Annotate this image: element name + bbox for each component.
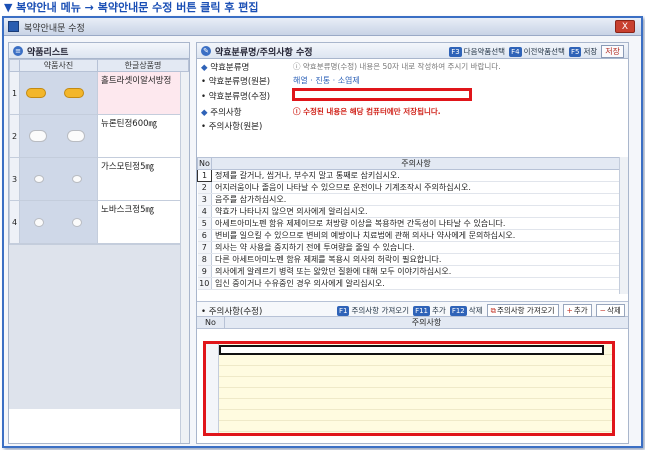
page-caption: ▼ 복약안내 메뉴 → 복약안내문 수정 버튼 클릭 후 편집 [4, 1, 259, 14]
edit-icon: ✎ [201, 46, 211, 56]
caution-row: ◆ 주의사항 ⓘ 수정된 내용은 해당 컴퓨터에만 저장됩니다. [201, 107, 441, 118]
drug-photo [19, 71, 98, 115]
delete-button[interactable]: −삭제 [595, 304, 625, 317]
drug-photo [19, 200, 98, 244]
col-no-header: No [197, 157, 212, 170]
drug-list-title: 약품리스트 [27, 48, 69, 58]
drug-table: 약품사진 한글상품명 1 홀트라셋이알서방정 2 뉴론틴정600㎎ 3 가스모틴… [9, 59, 189, 244]
add-button[interactable]: +추가 [562, 304, 592, 317]
edit-panel-title: 약효분류명/주의사항 수정 [215, 48, 313, 58]
drug-row[interactable]: 1 홀트라셋이알서방정 [9, 71, 189, 115]
efficacy-orig-label: 약효분류명(원본) [208, 77, 271, 87]
drug-row[interactable]: 2 뉴론틴정600㎎ [9, 114, 189, 158]
close-button[interactable]: X [615, 20, 635, 33]
drug-list-empty-area [9, 244, 189, 409]
app-icon [8, 21, 19, 32]
drug-name: 뉴론틴정600㎎ [97, 114, 189, 158]
caution-edit-grid-header: No 주의사항 [197, 317, 628, 329]
window-title: 복약안내문 수정 [24, 24, 85, 34]
table-row[interactable]: 2 어지러움이나 졸음이 나타날 수 있으므로 운전이나 기계조작시 주의하십시오… [197, 181, 621, 194]
caution-hint: ⓘ 수정된 내용은 해당 컴퓨터에만 저장됩니다. [293, 107, 441, 116]
caution-label: 주의사항 [210, 108, 242, 118]
drug-row[interactable]: 3 가스모틴정5㎎ [9, 157, 189, 201]
pill-image [26, 88, 46, 98]
row-number: 1 [9, 71, 20, 115]
row-number: 3 [9, 157, 20, 201]
hotkey-add[interactable]: F11 추가 [413, 305, 446, 316]
efficacy-hint: ⓘ 약효분류명(수정) 내용은 50자 내로 작성하여 주시기 바랍니다. [293, 62, 501, 71]
dialog-window: 복약안내문 수정 X ≡ 약품리스트 약품사진 한글상품명 1 홀트라셋이알서방… [2, 16, 643, 448]
drug-row[interactable]: 4 노바스크정5㎎ [9, 200, 189, 244]
col-photo-header: 약품사진 [19, 59, 98, 72]
efficacy-orig-value: 해열 · 진통 · 소염제 [293, 76, 360, 85]
pill-image [72, 218, 82, 227]
table-row[interactable]: 8 다른 아세트아미노펜 함유 제제를 복용시 의사의 허락이 필요합니다. [197, 253, 621, 266]
hotkey-delete[interactable]: F12 삭제 [449, 305, 483, 316]
table-row[interactable]: 1 정제를 갈거나, 씹거나, 부수지 말고 통째로 삼키십시오. [197, 169, 621, 182]
drug-photo [19, 114, 98, 158]
efficacy-edit-label: 약효분류명(수정) [208, 92, 271, 102]
table-row[interactable]: 5 아세트아미노펜 함유 제제이므로 처방량 이상을 복용하면 간독성이 나타날 … [197, 217, 621, 230]
table-row[interactable]: 10 임신 중이거나 수유중인 경우 의사에게 알리십시오. [197, 277, 621, 290]
col-caution-header: 주의사항 [411, 318, 442, 327]
efficacy-orig-row: • 약효분류명(원본) 해열 · 진통 · 소염제 [201, 76, 360, 87]
active-edit-cell[interactable] [219, 345, 604, 355]
hotkey-import-caution[interactable]: F1 주의사항 가져오기 [337, 305, 409, 316]
caution-orig-row: • 주의사항(원본) [201, 122, 263, 132]
efficacy-edit-row: • 약효분류명(수정) [197, 87, 628, 104]
table-row[interactable]: 7 의사는 약 사용을 중지하기 전에 투여량을 줄일 수 있습니다. [197, 241, 621, 254]
caution-edit-section: • 주의사항(수정) F1 주의사항 가져오기 F11 추가 F12 삭제 ⧉주의사항… [197, 301, 628, 443]
caution-original-table-wrap: No 주의사항 1 정제를 갈거나, 씹거나, 부수지 말고 통째로 삼키십시오.… [197, 157, 621, 294]
row-number-column [206, 344, 219, 433]
list-icon: ≡ [13, 46, 23, 56]
plus-icon: + [566, 306, 573, 315]
drug-name: 노바스크정5㎎ [97, 200, 189, 244]
row-number: 4 [9, 200, 20, 244]
pill-image [34, 175, 44, 183]
save-button[interactable]: 저장 [601, 45, 624, 58]
caution-edit-toolbar: • 주의사항(수정) F1 주의사항 가져오기 F11 추가 F12 삭제 ⧉주의사항… [197, 301, 628, 317]
drug-list-panel: ≡ 약품리스트 약품사진 한글상품명 1 홀트라셋이알서방정 2 뉴론틴정600… [8, 42, 190, 444]
col-caution-header: 주의사항 [211, 157, 621, 170]
rownum-header [9, 59, 20, 72]
edit-panel: ✎ 약효분류명/주의사항 수정 F3 다음약품선택 F4 이전약품선택 F5 저장 저… [196, 42, 629, 444]
col-name-header: 한글상품명 [97, 59, 189, 72]
efficacy-row: ◆ 약효분류명 ⓘ 약효분류명(수정) 내용은 50자 내로 작성하여 주시기 … [201, 62, 501, 73]
import-caution-button[interactable]: ⧉주의사항 가져오기 [486, 304, 559, 317]
drug-list-scrollbar[interactable] [180, 72, 189, 443]
pill-image [64, 88, 84, 98]
drug-photo [19, 157, 98, 201]
drug-list-header: ≡ 약품리스트 [9, 43, 189, 59]
efficacy-edit-input[interactable] [292, 88, 472, 101]
hotkey-next-drug[interactable]: F3 다음약품선택 [449, 46, 505, 57]
title-bar: 복약안내문 수정 X [4, 18, 641, 36]
import-icon: ⧉ [490, 306, 496, 315]
pill-image [34, 218, 44, 227]
edit-panel-header: ✎ 약효분류명/주의사항 수정 F3 다음약품선택 F4 이전약품선택 F5 저장 저… [197, 43, 628, 59]
pill-image [67, 130, 85, 142]
row-number: 2 [9, 114, 20, 158]
caution-edit-label: 주의사항(수정) [208, 307, 263, 317]
minus-icon: − [599, 306, 606, 315]
pill-image [72, 175, 82, 183]
caution-table-scrollbar[interactable] [619, 157, 628, 294]
hotkey-save[interactable]: F5 저장 [568, 46, 597, 57]
drug-name: 가스모틴정5㎎ [97, 157, 189, 201]
col-no-header: No [197, 317, 225, 329]
caution-edit-grid[interactable] [203, 341, 615, 436]
table-row[interactable]: 3 음주를 삼가하십시오. [197, 193, 621, 206]
table-row[interactable]: 6 변비를 일으킬 수 있으므로 변비의 예방이나 치료법에 관해 의사나 약사에… [197, 229, 621, 242]
efficacy-label: 약효분류명 [210, 63, 250, 73]
drug-name: 홀트라셋이알서방정 [97, 71, 189, 115]
table-row[interactable]: 4 약효가 나타나지 않으면 의사에게 알리십시오. [197, 205, 621, 218]
hotkey-prev-drug[interactable]: F4 이전약품선택 [509, 46, 565, 57]
caution-orig-label: 주의사항(원본) [208, 122, 263, 132]
table-row[interactable]: 9 의사에게 알레르기 병력 또는 앓았던 질환에 대해 모두 이야기하십시오. [197, 265, 621, 278]
caution-original-table: No 주의사항 1 정제를 갈거나, 씹거나, 부수지 말고 통째로 삼키십시오.… [197, 157, 621, 290]
pill-image [29, 130, 47, 142]
